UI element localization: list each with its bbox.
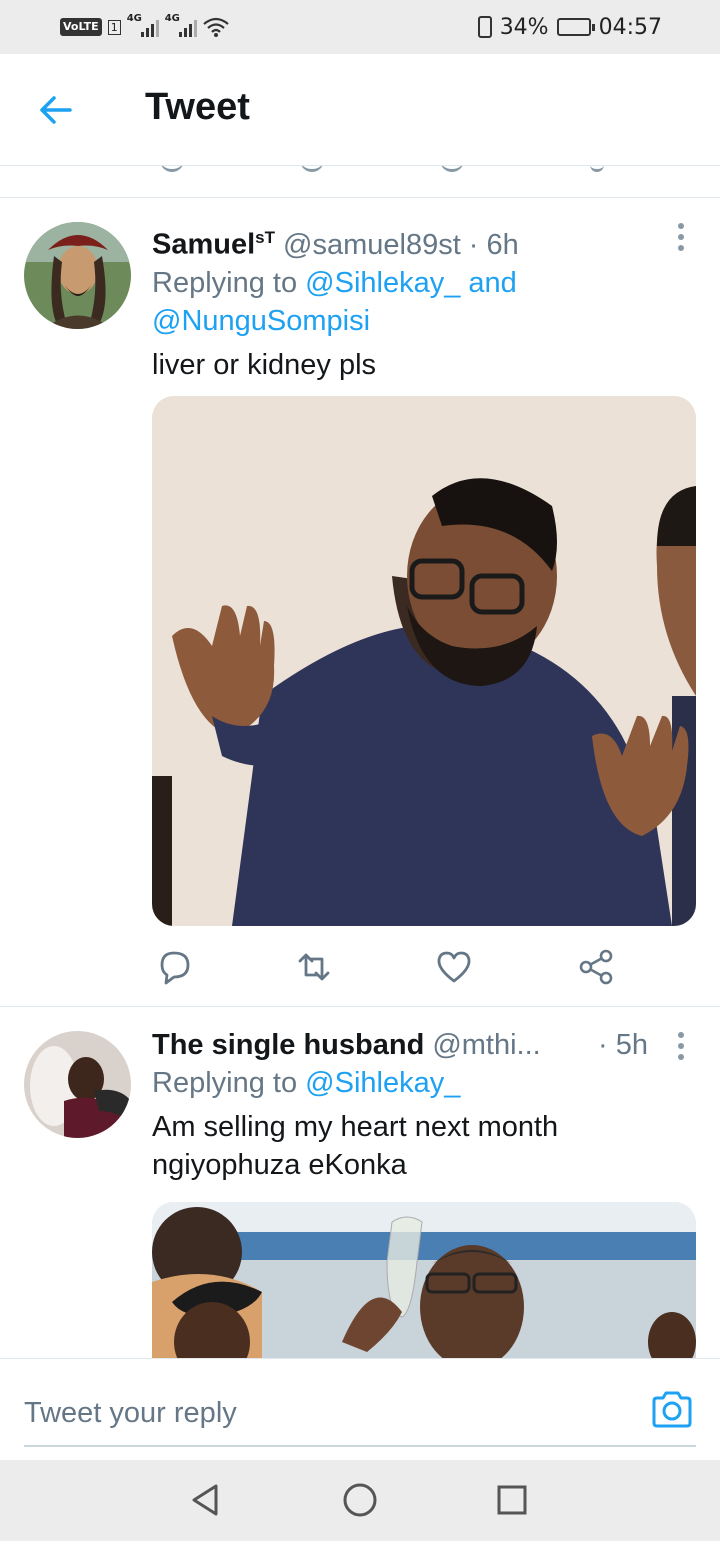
tweet-header: SamuelsT @samuel89st · 6h bbox=[152, 219, 696, 264]
status-bar: VoLTE 1 4G 4G 34% 04:57 bbox=[0, 0, 720, 54]
status-left: VoLTE 1 4G 4G bbox=[60, 13, 229, 40]
network-label-2: 4G bbox=[164, 13, 180, 24]
tweet-time: · 6h bbox=[468, 228, 519, 261]
display-name[interactable]: SamuelsT bbox=[152, 219, 275, 264]
name-superscript: sT bbox=[255, 228, 276, 247]
tweet-header: The single husband @mthi... · 5h bbox=[152, 1026, 696, 1064]
replying-to: Replying to @Sihlekay_ and @NunguSompisi bbox=[152, 264, 696, 340]
mention-link[interactable]: @Sihlekay_ and bbox=[305, 267, 517, 299]
volte-badge: VoLTE bbox=[60, 18, 102, 36]
avatar[interactable] bbox=[24, 222, 131, 329]
reply-input[interactable] bbox=[24, 1381, 696, 1447]
like-icon[interactable] bbox=[434, 947, 474, 987]
user-handle[interactable]: @mthi... bbox=[432, 1026, 540, 1064]
like-icon[interactable] bbox=[440, 166, 464, 172]
battery-icon bbox=[556, 18, 595, 36]
camera-icon[interactable] bbox=[650, 1389, 694, 1429]
tweet-media[interactable] bbox=[152, 396, 696, 926]
previous-tweet-actions bbox=[0, 166, 720, 198]
mention-link[interactable]: @Sihlekay_ bbox=[305, 1067, 460, 1099]
display-name[interactable]: The single husband bbox=[152, 1026, 424, 1064]
user-handle[interactable]: @samuel89st bbox=[283, 226, 461, 264]
nav-recents-icon[interactable] bbox=[492, 1480, 532, 1520]
reply-compose-bar bbox=[0, 1358, 720, 1460]
share-icon[interactable] bbox=[576, 947, 616, 987]
tweet-body: SamuelsT @samuel89st · 6h Replying to @S… bbox=[152, 219, 696, 384]
page-title: Tweet bbox=[145, 86, 250, 128]
nav-home-icon[interactable] bbox=[340, 1480, 380, 1520]
wifi-icon bbox=[202, 17, 229, 37]
tweet-text: Am selling my heart next month ngiyophuz… bbox=[152, 1108, 696, 1184]
nav-back-icon[interactable] bbox=[186, 1480, 226, 1520]
tweet-card[interactable]: SamuelsT @samuel89st · 6h Replying to @S… bbox=[0, 199, 720, 1007]
retweet-icon[interactable] bbox=[294, 947, 334, 987]
tweet-text-line: Am selling my heart next month bbox=[152, 1111, 559, 1143]
retweet-icon[interactable] bbox=[300, 166, 324, 172]
tweet-text-line: ngiyophuza eKonka bbox=[152, 1149, 407, 1181]
back-arrow-icon[interactable] bbox=[36, 90, 76, 130]
system-nav-bar bbox=[0, 1460, 720, 1541]
reply-icon[interactable] bbox=[160, 166, 184, 172]
tweet-card[interactable]: The single husband @mthi... · 5h Replyin… bbox=[0, 1008, 720, 1358]
sim-number: 1 bbox=[107, 19, 121, 35]
battery-percent: 34% bbox=[499, 14, 549, 40]
tweet-text: liver or kidney pls bbox=[152, 348, 377, 381]
app-header: Tweet bbox=[0, 54, 720, 166]
tweet-media[interactable] bbox=[152, 1202, 696, 1358]
replying-prefix: Replying to bbox=[152, 266, 306, 299]
mention-link[interactable]: @NunguSompisi bbox=[152, 305, 370, 337]
vibrate-icon bbox=[477, 16, 492, 38]
avatar[interactable] bbox=[24, 1031, 131, 1138]
signal-icon: 4G bbox=[127, 13, 159, 37]
replying-to: Replying to @Sihlekay_ bbox=[152, 1064, 696, 1102]
replying-prefix: Replying to bbox=[152, 1067, 306, 1099]
reply-icon[interactable] bbox=[154, 947, 194, 987]
tweet-time: · 5h bbox=[598, 1029, 648, 1061]
tweet-actions bbox=[152, 947, 696, 987]
share-icon[interactable] bbox=[590, 166, 604, 172]
tweet-body: The single husband @mthi... · 5h Replyin… bbox=[152, 1026, 696, 1184]
status-right: 34% 04:57 bbox=[477, 12, 662, 42]
clock: 04:57 bbox=[598, 14, 662, 40]
network-label: 4G bbox=[126, 13, 142, 24]
signal-icon-2: 4G bbox=[165, 13, 197, 37]
